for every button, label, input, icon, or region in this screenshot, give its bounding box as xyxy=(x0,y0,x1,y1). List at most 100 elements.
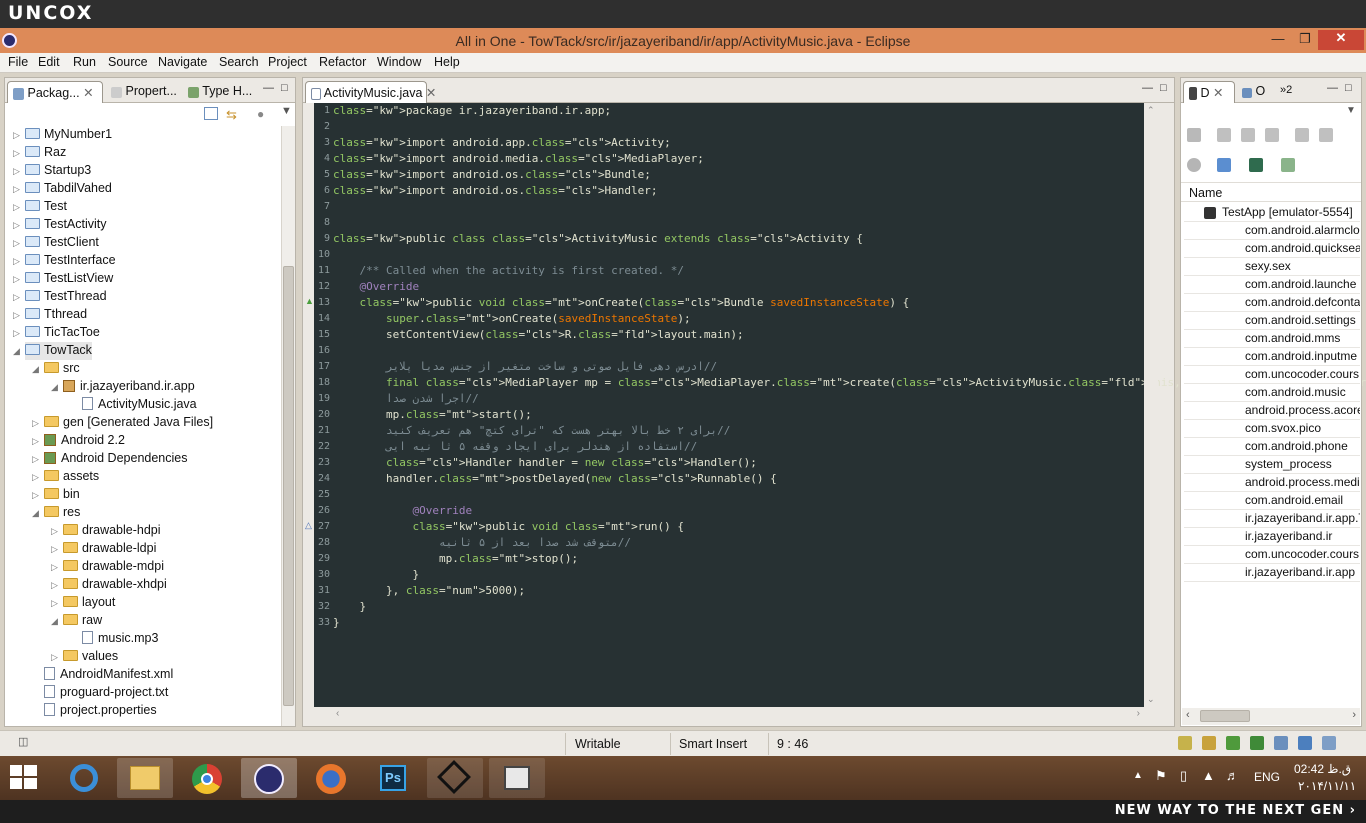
tree-item[interactable]: ▷ Tthread xyxy=(13,306,87,324)
dump-hprof-icon[interactable] xyxy=(1241,128,1255,142)
tree-item[interactable]: ▷ TestListView xyxy=(13,270,113,288)
tab-activitymusic-java[interactable]: ActivityMusic.java ✕ xyxy=(305,81,436,103)
view-menu-icon[interactable]: ● xyxy=(257,107,264,121)
code-line[interactable]: //متوقف شد صدا بعد از ۵ ثانیه xyxy=(333,535,631,551)
tree-item[interactable]: ▷ gen [Generated Java Files] xyxy=(32,414,213,432)
process-row[interactable]: com.android.settings xyxy=(1184,312,1360,330)
process-row[interactable]: com.android.quicksea xyxy=(1184,240,1360,258)
android-icon[interactable] xyxy=(1250,736,1264,750)
tree-toggle-icon[interactable]: ◢ xyxy=(32,361,39,378)
tab-overflow[interactable]: »2 xyxy=(1275,81,1305,103)
minimize-button[interactable]: — xyxy=(1265,31,1291,49)
tree-item[interactable]: ▷ TestClient xyxy=(13,234,99,252)
code-line[interactable]: mp.class="mt">stop(); xyxy=(333,551,578,567)
tree-item[interactable]: ▷ TicTacToe xyxy=(13,324,100,342)
systrace-icon[interactable] xyxy=(1249,158,1263,172)
process-row[interactable]: com.android.defconta xyxy=(1184,294,1360,312)
tree-toggle-icon[interactable]: ▷ xyxy=(51,541,58,558)
tree-toggle-icon[interactable]: ▷ xyxy=(51,649,58,666)
code-line[interactable]: //اجرا شدن صدا xyxy=(333,391,479,407)
code-line[interactable]: class="kw">public void class="mt">onCrea… xyxy=(333,295,910,311)
device-row[interactable]: TestApp [emulator-5554] xyxy=(1184,204,1360,222)
avd-manager-icon[interactable] xyxy=(1202,736,1216,750)
editor-vscroll[interactable]: ⌃ ⌄ xyxy=(1144,103,1158,707)
code-line[interactable]: class="kw">package ir.jazayeriband.ir.ap… xyxy=(333,103,611,119)
process-row[interactable]: system_process xyxy=(1184,456,1360,474)
menu-run[interactable]: Run xyxy=(73,55,96,69)
process-row[interactable]: com.android.music xyxy=(1184,384,1360,402)
close-tab-icon[interactable]: ✕ xyxy=(83,86,93,100)
tree-toggle-icon[interactable]: ▷ xyxy=(13,325,20,342)
process-row[interactable]: com.android.mms xyxy=(1184,330,1360,348)
clock-time[interactable]: 02:42 ق.ظ xyxy=(1294,762,1351,776)
code-line[interactable]: }, class="num">5000); xyxy=(333,583,525,599)
tree-toggle-icon[interactable]: ▷ xyxy=(13,307,20,324)
menu-source[interactable]: Source xyxy=(108,55,148,69)
process-row[interactable]: com.svox.pico xyxy=(1184,420,1360,438)
tree-toggle-icon[interactable]: ▷ xyxy=(32,433,39,450)
thread-update-icon[interactable] xyxy=(1295,128,1309,142)
fast-view-icon[interactable]: ◫ xyxy=(18,735,28,748)
lint-icon[interactable] xyxy=(1226,736,1240,750)
tree-item[interactable]: ▷ Raz xyxy=(13,144,66,162)
code-line[interactable]: handler.class="mt">postDelayed(new class… xyxy=(333,471,777,487)
tree-item[interactable]: ▷ TestInterface xyxy=(13,252,116,270)
devices-column-header[interactable]: Name xyxy=(1181,182,1361,202)
link-editor-icon[interactable]: ⇆ xyxy=(226,107,237,123)
tree-item[interactable]: ▷ Startup3 xyxy=(13,162,91,180)
tree-item[interactable]: ▷ MyNumber1 xyxy=(13,126,112,144)
tree-toggle-icon[interactable]: ▷ xyxy=(51,577,58,594)
tree-item[interactable]: ▷ bin xyxy=(32,486,80,504)
heap-update-icon[interactable] xyxy=(1217,128,1231,142)
process-row[interactable]: com.android.email xyxy=(1184,492,1360,510)
code-line[interactable]: } xyxy=(333,615,340,631)
tree-toggle-icon[interactable]: ◢ xyxy=(32,505,39,522)
battery-icon[interactable]: ▯ xyxy=(1180,768,1187,784)
tree-toggle-icon[interactable]: ▷ xyxy=(13,199,20,216)
tree-item[interactable]: ▷ Test xyxy=(13,198,67,216)
collapse-all-icon[interactable] xyxy=(204,107,218,120)
tab-devices[interactable]: D ✕ xyxy=(1183,81,1235,103)
process-row[interactable]: ir.jazayeriband.ir.app xyxy=(1184,564,1360,582)
code-line[interactable]: } xyxy=(333,599,366,615)
tab-type-hierarchy[interactable]: Type H... xyxy=(183,81,259,103)
start-button[interactable] xyxy=(10,765,38,791)
tree-toggle-icon[interactable]: ◢ xyxy=(51,379,58,396)
tree-item[interactable]: AndroidManifest.xml xyxy=(44,666,173,684)
menu-project[interactable]: Project xyxy=(268,55,307,69)
process-row[interactable]: ir.jazayeriband.ir.app.T xyxy=(1184,510,1360,528)
tree-item[interactable]: ▷ drawable-xhdpi xyxy=(51,576,167,594)
tree-item[interactable]: ▷ layout xyxy=(51,594,115,612)
tree-toggle-icon[interactable]: ▷ xyxy=(13,289,20,306)
code-line[interactable]: //استفاده از هندلر برای ایجاد وقفه ۵ ثا … xyxy=(333,439,697,455)
tree-toggle-icon[interactable]: ▷ xyxy=(51,523,58,540)
tab-outline[interactable]: O xyxy=(1237,81,1273,103)
tree-toggle-icon[interactable]: ▷ xyxy=(13,127,20,144)
file-explorer-icon[interactable] xyxy=(117,758,173,798)
tree-item[interactable]: ◢ raw xyxy=(51,612,102,630)
tree-toggle-icon[interactable]: ▷ xyxy=(13,217,20,234)
code-line[interactable]: class="kw">import android.media.class="c… xyxy=(333,151,704,167)
tree-item[interactable]: ◢ src xyxy=(32,360,80,378)
devices-hscroll[interactable]: ‹ › xyxy=(1182,708,1360,725)
tree-toggle-icon[interactable]: ▷ xyxy=(13,181,20,198)
opengl-trace-icon[interactable] xyxy=(1281,158,1295,172)
tree-item[interactable]: ▷ drawable-hdpi xyxy=(51,522,161,540)
close-tab-icon[interactable]: ✕ xyxy=(1213,86,1223,100)
code-line[interactable]: super.class="mt">onCreate(savedInstanceS… xyxy=(333,311,691,327)
gc-icon[interactable] xyxy=(1265,128,1279,142)
code-line[interactable]: class="kw">import android.os.class="cls"… xyxy=(333,167,651,183)
tree-item[interactable]: ▷ Android Dependencies xyxy=(32,450,187,468)
method-profiling-icon[interactable] xyxy=(1319,128,1333,142)
process-row[interactable]: sexy.sex xyxy=(1184,258,1360,276)
tree-item[interactable]: ▷ TestThread xyxy=(13,288,107,306)
tree-item[interactable]: ▷ drawable-mdpi xyxy=(51,558,164,576)
scrollbar-thumb[interactable] xyxy=(283,266,294,706)
code-line[interactable]: @Override xyxy=(333,279,420,295)
chrome-icon[interactable] xyxy=(179,758,235,798)
tree-toggle-icon[interactable]: ▷ xyxy=(13,145,20,162)
firefox-icon[interactable] xyxy=(303,758,359,798)
code-line[interactable]: class="kw">import android.os.class="cls"… xyxy=(333,183,658,199)
process-row[interactable]: com.android.phone xyxy=(1184,438,1360,456)
maximize-button[interactable]: ❐ xyxy=(1292,31,1318,49)
